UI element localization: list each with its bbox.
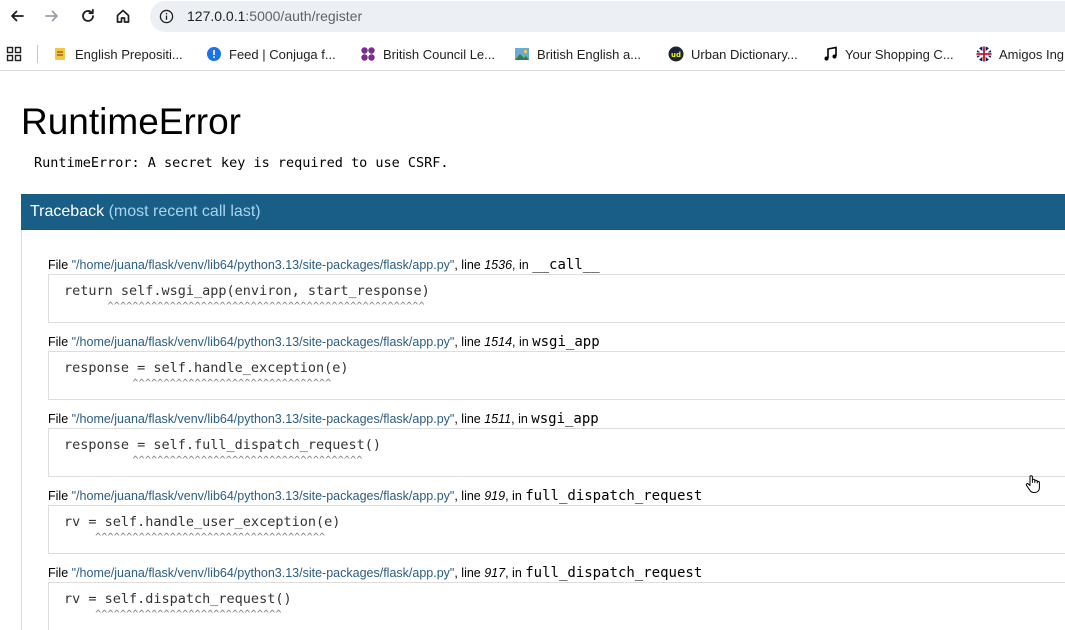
in-label: , in (505, 566, 526, 580)
file-prefix: File (48, 335, 72, 349)
bookmark-british-english[interactable]: British English a... (514, 43, 641, 65)
info-icon[interactable] (159, 9, 174, 29)
traceback-body: File "/home/juana/flask/venv/lib64/pytho… (21, 230, 1065, 630)
file-prefix: File (48, 566, 72, 580)
file-path: "/home/juana/flask/venv/lib64/python3.13… (71, 412, 455, 426)
error-carets: ^^^^^^^^^^^^^^^^^^^^^^^^^^^^^^ (64, 609, 282, 620)
frame-location: File "/home/juana/flask/venv/lib64/pytho… (48, 565, 702, 581)
bookmark-label: British Council Le... (383, 46, 495, 62)
home-icon[interactable] (111, 4, 135, 28)
line-label: , line (454, 258, 485, 272)
code-box[interactable]: rv = self.handle_user_exception(e) ^^^^^… (48, 505, 1065, 554)
bookmark-conjuga-feed[interactable]: Feed | Conjuga f... (206, 43, 336, 65)
code-line: return self.wsgi_app(environ, start_resp… (64, 283, 430, 299)
bookmarks-bar: English Prepositi... Feed | Conjuga f...… (0, 38, 1065, 71)
bookmark-urban-dictionary[interactable]: ud Urban Dictionary... (668, 43, 798, 65)
in-label: , in (512, 335, 533, 349)
bookmark-amigos-ingles[interactable]: Amigos Ing (976, 43, 1064, 65)
error-message: RuntimeError: A secret key is required t… (34, 155, 449, 171)
line-number: 919 (484, 489, 506, 503)
forward-arrow-icon[interactable] (40, 4, 64, 28)
function-name: __call__ (532, 257, 600, 273)
file-prefix: File (48, 489, 72, 503)
page-content: RuntimeError RuntimeError: A secret key … (0, 71, 1065, 630)
code-line: response = self.full_dispatch_request() (64, 437, 381, 453)
traceback-header[interactable]: Traceback (most recent call last) (21, 194, 1065, 230)
bookmark-label: Your Shopping C... (845, 46, 954, 62)
code-line: rv = self.dispatch_request() (64, 591, 292, 607)
speech-bubble-favicon-icon (206, 46, 222, 62)
file-path: "/home/juana/flask/venv/lib64/python3.13… (71, 258, 455, 272)
bookmark-label: English Prepositi... (75, 46, 183, 62)
file-path: "/home/juana/flask/venv/lib64/python3.13… (71, 566, 455, 580)
traceback-subtitle: (most recent call last) (108, 203, 261, 220)
browser-toolbar: 127.0.0.1:5000/auth/register (0, 0, 1065, 33)
bookmark-label: British English a... (537, 46, 642, 62)
bookmark-label: Feed | Conjuga f... (229, 46, 336, 62)
error-carets: ^^^^^^^^^^^^^^^^^^^^^^^^^^^^^^^^^^^^^ (64, 532, 326, 543)
reload-icon[interactable] (76, 4, 100, 28)
bookmark-label: Urban Dictionary... (691, 46, 798, 62)
hand-cursor-icon (1025, 474, 1041, 499)
error-carets: ^^^^^^^^^^^^^^^^^^^^^^^^^^^^^^^^^^^^^ (64, 455, 363, 466)
file-path: "/home/juana/flask/venv/lib64/python3.13… (71, 335, 455, 349)
function-name: full_dispatch_request (525, 488, 703, 504)
url-host: 127.0.0.1 (187, 8, 246, 24)
error-carets: ^^^^^^^^^^^^^^^^^^^^^^^^^^^^^^^^ (64, 378, 332, 389)
frame-location: File "/home/juana/flask/venv/lib64/pytho… (48, 411, 599, 427)
bookmarks-divider (37, 45, 38, 63)
file-prefix: File (48, 412, 72, 426)
bookmark-english-prepositions[interactable]: English Prepositi... (52, 43, 183, 65)
traceback-title: Traceback (30, 203, 105, 220)
uk-flag-favicon-icon (976, 46, 992, 62)
line-label: , line (454, 566, 485, 580)
file-path: "/home/juana/flask/venv/lib64/python3.13… (71, 489, 455, 503)
pencil-favicon-icon (52, 46, 68, 62)
in-label: , in (511, 412, 532, 426)
line-number: 1514 (484, 335, 513, 349)
bookmark-label: Amigos Ing (999, 46, 1065, 62)
svg-text:ud: ud (671, 51, 681, 59)
address-bar[interactable]: 127.0.0.1:5000/auth/register (150, 1, 1065, 32)
british-council-favicon-icon (360, 46, 376, 62)
bookmark-british-council[interactable]: British Council Le... (360, 43, 495, 65)
in-label: , in (505, 489, 526, 503)
function-name: wsgi_app (531, 411, 599, 427)
bookmark-shopping-cart[interactable]: Your Shopping C... (822, 43, 954, 65)
frame-location: File "/home/juana/flask/venv/lib64/pytho… (48, 257, 600, 273)
line-label: , line (454, 489, 485, 503)
apps-grid-icon[interactable] (6, 46, 22, 67)
function-name: wsgi_app (532, 334, 600, 350)
line-label: , line (454, 412, 485, 426)
code-line: rv = self.handle_user_exception(e) (64, 514, 341, 530)
frame-location: File "/home/juana/flask/venv/lib64/pytho… (48, 488, 702, 504)
url-text[interactable]: 127.0.0.1:5000/auth/register (187, 8, 362, 24)
music-note-favicon-icon (822, 46, 838, 62)
function-name: full_dispatch_request (525, 565, 703, 581)
code-box[interactable]: response = self.full_dispatch_request() … (48, 428, 1065, 477)
code-box[interactable]: return self.wsgi_app(environ, start_resp… (48, 274, 1065, 323)
code-box[interactable]: response = self.handle_exception(e) ^^^^… (48, 351, 1065, 400)
line-label: , line (454, 335, 485, 349)
urban-dictionary-favicon-icon: ud (668, 46, 684, 62)
line-number: 917 (484, 566, 506, 580)
file-prefix: File (48, 258, 72, 272)
url-path: :5000/auth/register (245, 8, 363, 24)
in-label: , in (512, 258, 533, 272)
error-title: RuntimeError (21, 101, 241, 142)
back-arrow-icon[interactable] (5, 4, 29, 28)
line-number: 1511 (484, 412, 512, 426)
frame-location: File "/home/juana/flask/venv/lib64/pytho… (48, 334, 600, 350)
code-line: response = self.handle_exception(e) (64, 360, 349, 376)
picture-favicon-icon (514, 46, 530, 62)
code-box[interactable]: rv = self.dispatch_request() ^^^^^^^^^^^… (48, 582, 1065, 630)
line-number: 1536 (484, 258, 513, 272)
error-carets: ^^^^^^^^^^^^^^^^^^^^^^^^^^^^^^^^^^^^^^^^… (64, 301, 425, 312)
